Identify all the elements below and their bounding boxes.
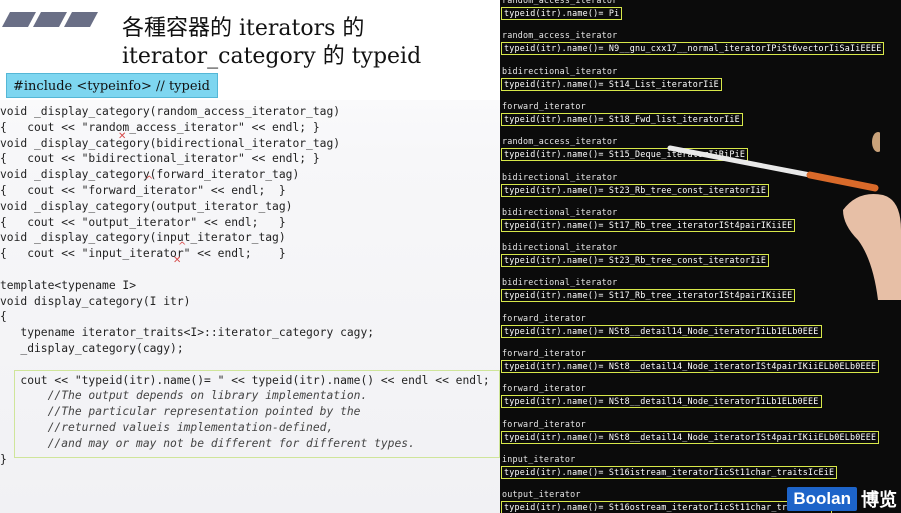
- pen-mark: ✕: [173, 255, 182, 266]
- code-line: typename iterator_traits<I>::iterator_ca…: [0, 326, 375, 340]
- code-line: template<typename I>: [0, 278, 137, 292]
- console-category-line: input_iterator: [502, 453, 576, 464]
- code-line: void display_category(I itr): [0, 294, 191, 308]
- code-line: void _display_category(random_access_ite…: [0, 105, 341, 118]
- console-category-line: forward_iterator: [502, 418, 586, 429]
- console-category-line: bidirectional_iterator: [502, 171, 618, 182]
- code-line: { cout << "forward_iterator" << endl; }: [0, 183, 286, 197]
- console-typeid-line: typeid(itr).name()= St23_Rb_tree_const_i…: [501, 254, 770, 268]
- slide-panel: 各種容器的 iterators 的 iterator_category 的 ty…: [0, 0, 500, 513]
- console-typeid-line: typeid(itr).name()= Pi: [501, 7, 623, 20]
- console-category-line: forward_iterator: [502, 383, 586, 394]
- console-typeid-line: typeid(itr).name()= N9__gnu_cxx17__norma…: [501, 42, 885, 56]
- console-category-line: output_iterator: [502, 489, 581, 500]
- console-typeid-line: typeid(itr).name()= St18_Fwd_list_iterat…: [501, 112, 743, 126]
- brand-logo-chinese: 博览: [861, 490, 897, 511]
- console-category-line: bidirectional_iterator: [502, 242, 618, 253]
- console-typeid-line: typeid(itr).name()= St16ostream_iterator…: [501, 501, 833, 513]
- slide-title-line-2: iterator_category 的 typeid: [122, 44, 422, 69]
- code-line: void _display_category(input_iterator_ta…: [0, 231, 286, 245]
- code-line: void _display_category(bidirectional_ite…: [0, 136, 341, 150]
- brand-logo: Boolan 博览: [787, 485, 901, 513]
- console-output: random_access_iterator typeid(itr).name()…: [500, 0, 901, 513]
- code-line: _display_category(cagy);: [0, 341, 184, 355]
- console-category-line: random_access_iterator: [502, 136, 618, 147]
- console-typeid-line: typeid(itr).name()= NSt8__detail14_Node_…: [501, 430, 880, 444]
- console-category-line: forward_iterator: [502, 312, 586, 323]
- code-line: { cout << "output_iterator" << endl; }: [0, 215, 286, 229]
- console-typeid-line: typeid(itr).name()= St16istream_iterator…: [501, 465, 838, 479]
- code-line: void _display_category(output_iterator_t…: [0, 199, 293, 213]
- pen-mark: ^: [178, 241, 187, 252]
- brand-logo-text: Boolan: [787, 487, 857, 511]
- code-line: { cout << "random_access_iterator" << en…: [0, 120, 320, 134]
- console-typeid-line: typeid(itr).name()= NSt8__detail14_Node_…: [501, 360, 880, 373]
- console-category-line: random_access_iterator: [502, 0, 618, 5]
- code-line: void _display_category(forward_iterator_…: [0, 168, 300, 182]
- console-category-line: bidirectional_iterator: [502, 277, 618, 288]
- code-line: { cout << "bidirectional_iterator" << en…: [0, 152, 320, 166]
- typeid-highlight-box: [14, 370, 500, 458]
- console-typeid-line: typeid(itr).name()= St14_List_iteratorIi…: [501, 77, 722, 91]
- code-line: {: [0, 310, 7, 324]
- console-typeid-line: typeid(itr).name()= St15_Deque_iteratorI…: [501, 148, 749, 162]
- console-typeid-line: typeid(itr).name()= St17_Rb_tree_iterato…: [501, 289, 796, 303]
- console-typeid-line: typeid(itr).name()= NSt8__detail14_Node_…: [501, 395, 822, 409]
- console-category-line: forward_iterator: [502, 348, 586, 358]
- console-category-line: forward_iterator: [502, 100, 586, 111]
- console-typeid-line: typeid(itr).name()= St17_Rb_tree_iterato…: [501, 218, 796, 232]
- console-category-line: bidirectional_iterator: [502, 206, 618, 217]
- pen-mark: ^: [145, 175, 154, 186]
- console-category-line: bidirectional_iterator: [502, 65, 618, 76]
- include-typeinfo-label: #include <typeinfo> // typeid: [6, 73, 218, 98]
- console-typeid-line: typeid(itr).name()= NSt8__detail14_Node_…: [501, 324, 822, 338]
- console-category-line: random_access_iterator: [502, 30, 618, 41]
- console-typeid-line: typeid(itr).name()= St23_Rb_tree_const_i…: [501, 183, 770, 197]
- code-line: { cout << "input_iterator" << endl; }: [0, 247, 286, 261]
- pen-mark: ✕: [118, 131, 127, 142]
